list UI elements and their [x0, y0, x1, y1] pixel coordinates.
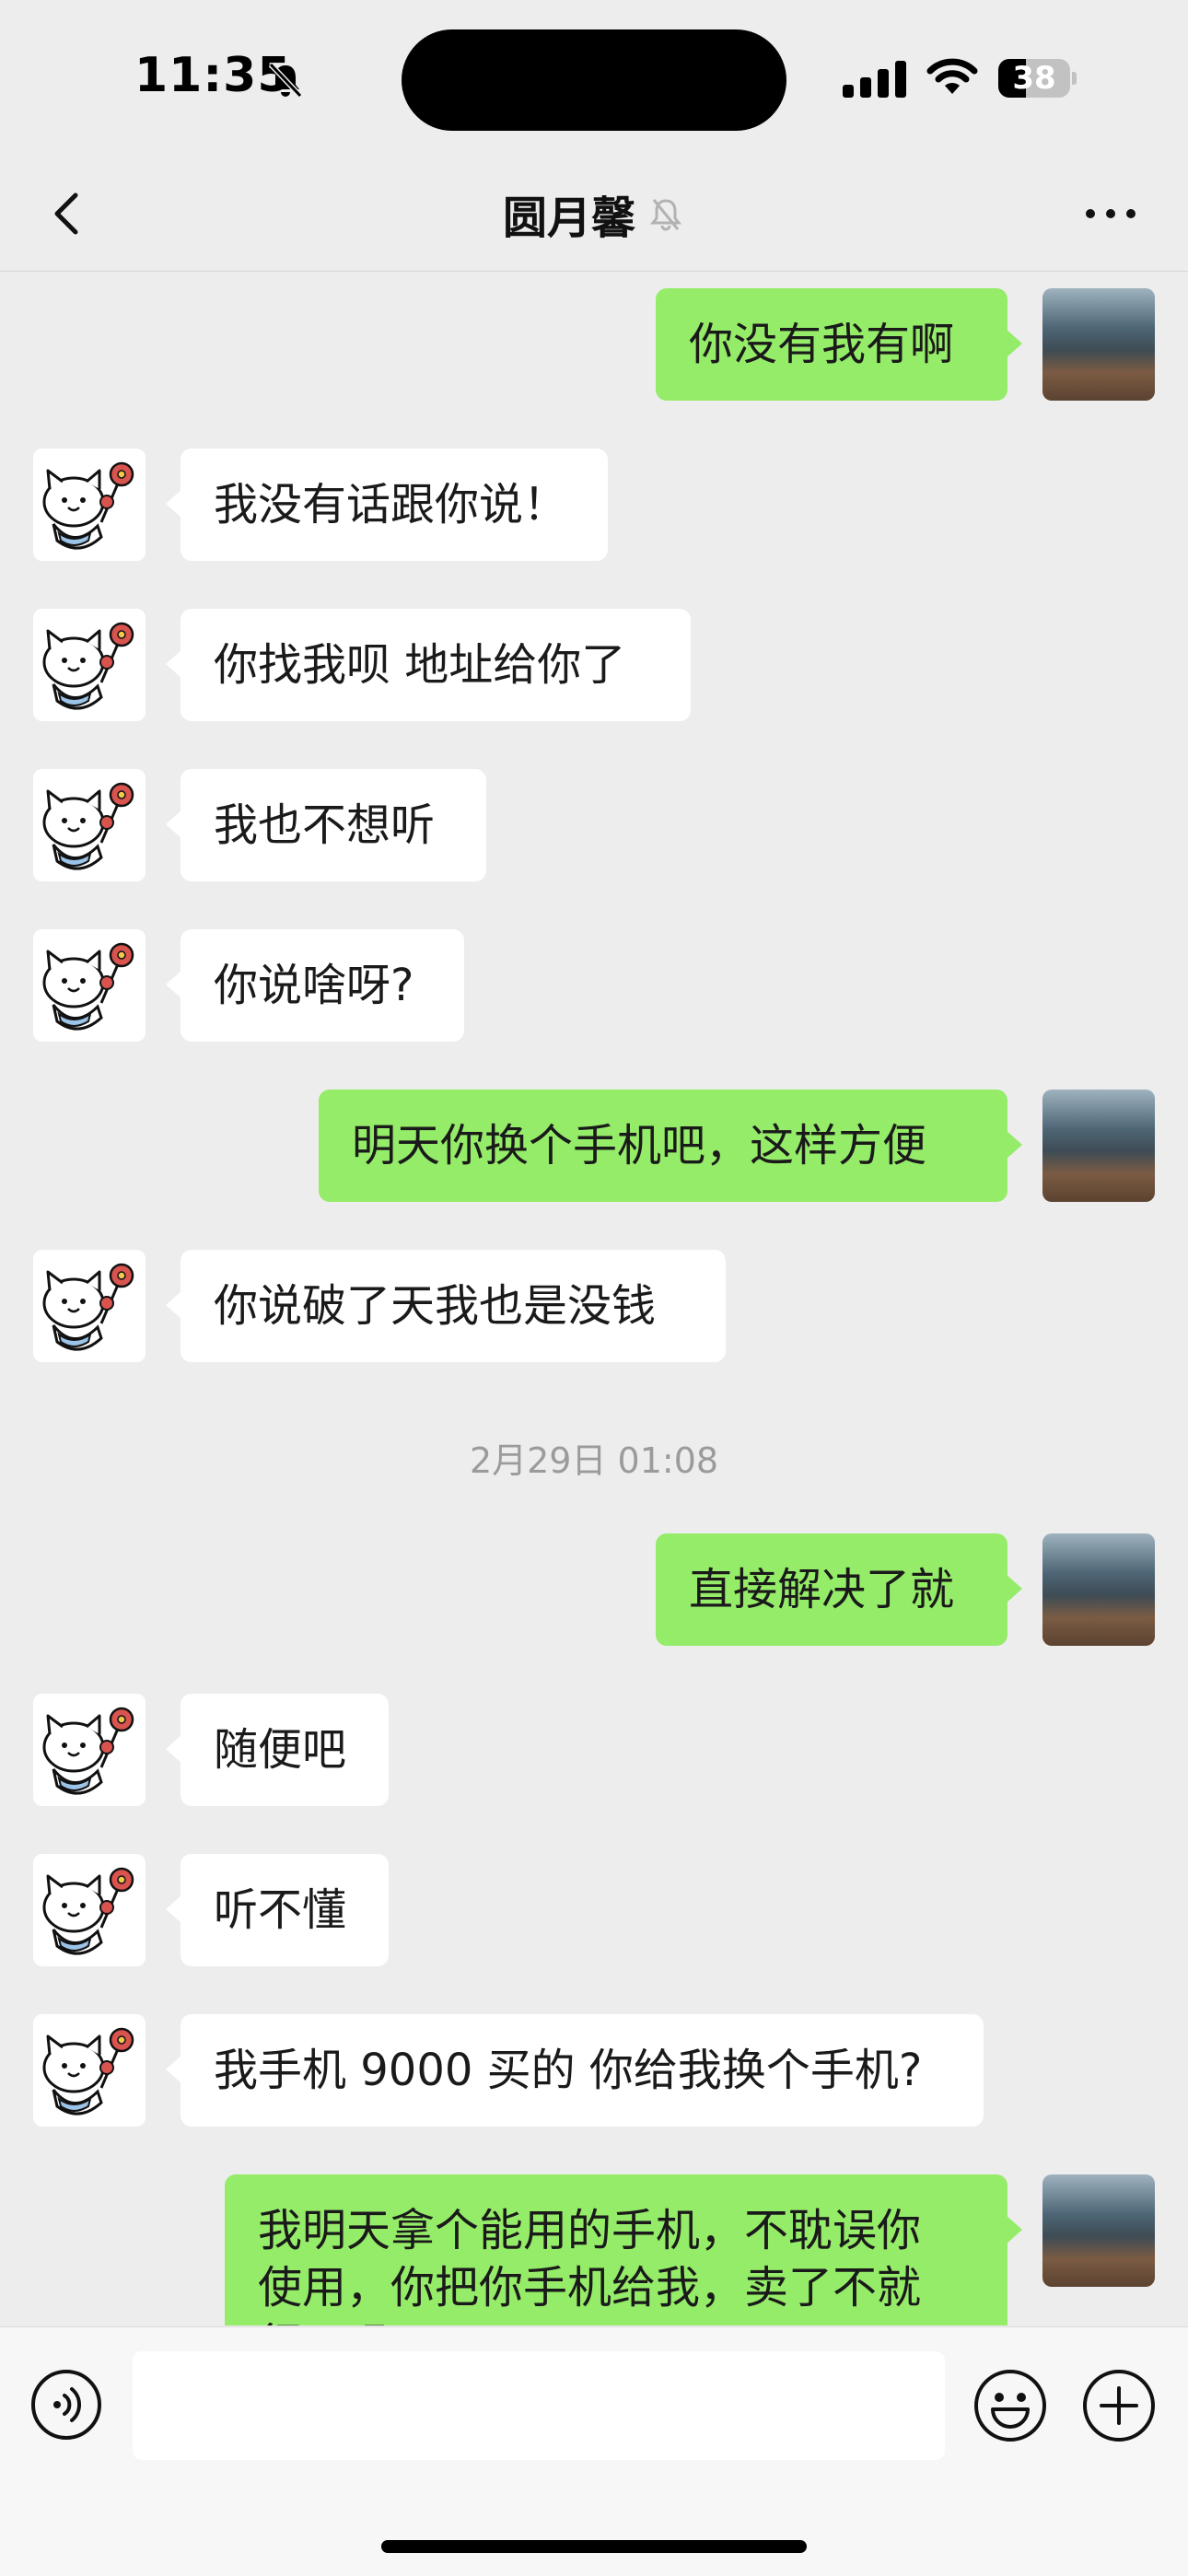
cat-avatar-image [33, 1694, 146, 1806]
outgoing-message-bubble[interactable]: 明天你换个手机吧，这样方便 [319, 1090, 1022, 1202]
message-list[interactable]: 你没有我有啊 我没有话跟你说！ 你找我呗 地址给你了 我也不想听你说啥呀? 明天你换个手… [0, 272, 1188, 2325]
silent-mode-icon [267, 61, 304, 103]
emoji-icon [974, 2370, 1046, 2442]
dynamic-island [402, 29, 786, 131]
cat-avatar-image [33, 1250, 146, 1362]
incoming-message-bubble[interactable]: 你说啥呀? [166, 929, 464, 1042]
cellular-signal-icon [843, 61, 907, 101]
outgoing-message-bubble[interactable]: 我明天拿个能用的手机，不耽误你 使用，你把你手机给我，卖了不就 行了吗 [225, 2174, 1022, 2325]
cat-avatar-image [33, 769, 146, 881]
contact-avatar[interactable] [33, 769, 146, 881]
voice-button[interactable] [29, 2368, 103, 2442]
cat-avatar-image [33, 2014, 146, 2127]
contact-avatar[interactable] [33, 1694, 146, 1806]
contact-avatar[interactable] [33, 1854, 146, 1966]
bell-off-icon [649, 199, 682, 231]
cat-avatar-image [33, 609, 146, 721]
more-functions-button[interactable] [1081, 2368, 1157, 2443]
incoming-message-bubble[interactable]: 我也不想听 [166, 769, 486, 881]
incoming-message-bubble[interactable]: 我没有话跟你说！ [166, 449, 608, 561]
self-avatar[interactable] [1042, 2174, 1155, 2287]
self-avatar[interactable] [1042, 288, 1155, 401]
timestamp-divider: 2月29日 01:08 [469, 1440, 719, 1481]
status-bar: 11:35 38 [0, 0, 1188, 157]
battery-level: 38 [1012, 60, 1056, 97]
contact-avatar[interactable] [33, 929, 146, 1042]
wifi-icon [925, 57, 980, 101]
self-avatar[interactable] [1042, 1533, 1155, 1646]
incoming-message-bubble[interactable]: 你说破了天我也是没钱 [166, 1250, 726, 1362]
cat-avatar-image [33, 449, 146, 561]
incoming-message-bubble[interactable]: 我手机 9000 买的 你给我换个手机? [166, 2014, 984, 2127]
outgoing-message-bubble[interactable]: 你没有我有啊 [656, 288, 1022, 401]
incoming-message-bubble[interactable]: 你找我呗 地址给你了 [166, 609, 691, 721]
home-indicator[interactable] [381, 2540, 807, 2553]
ellipsis-icon [1086, 209, 1136, 218]
contact-avatar[interactable] [33, 1250, 146, 1362]
contact-avatar[interactable] [33, 609, 146, 721]
emoji-button[interactable] [973, 2368, 1048, 2443]
contact-avatar[interactable] [33, 449, 146, 561]
input-bar [0, 2326, 1188, 2576]
chat-title[interactable]: 圆月馨 [503, 181, 635, 246]
chat-header: 圆月馨 [0, 157, 1188, 272]
cat-avatar-image [33, 929, 146, 1042]
incoming-message-bubble[interactable]: 听不懂 [166, 1854, 389, 1966]
contact-avatar[interactable] [33, 2014, 146, 2127]
message-input[interactable] [133, 2351, 945, 2460]
incoming-message-bubble[interactable]: 随便吧 [166, 1694, 389, 1806]
battery-indicator: 38 [998, 59, 1077, 98]
self-avatar[interactable] [1042, 1090, 1155, 1202]
cat-avatar-image [33, 1854, 146, 1966]
voice-icon [31, 2370, 101, 2440]
outgoing-message-bubble[interactable]: 直接解决了就 [656, 1533, 1022, 1646]
more-options-button[interactable] [1076, 179, 1146, 249]
plus-icon [1083, 2370, 1155, 2442]
